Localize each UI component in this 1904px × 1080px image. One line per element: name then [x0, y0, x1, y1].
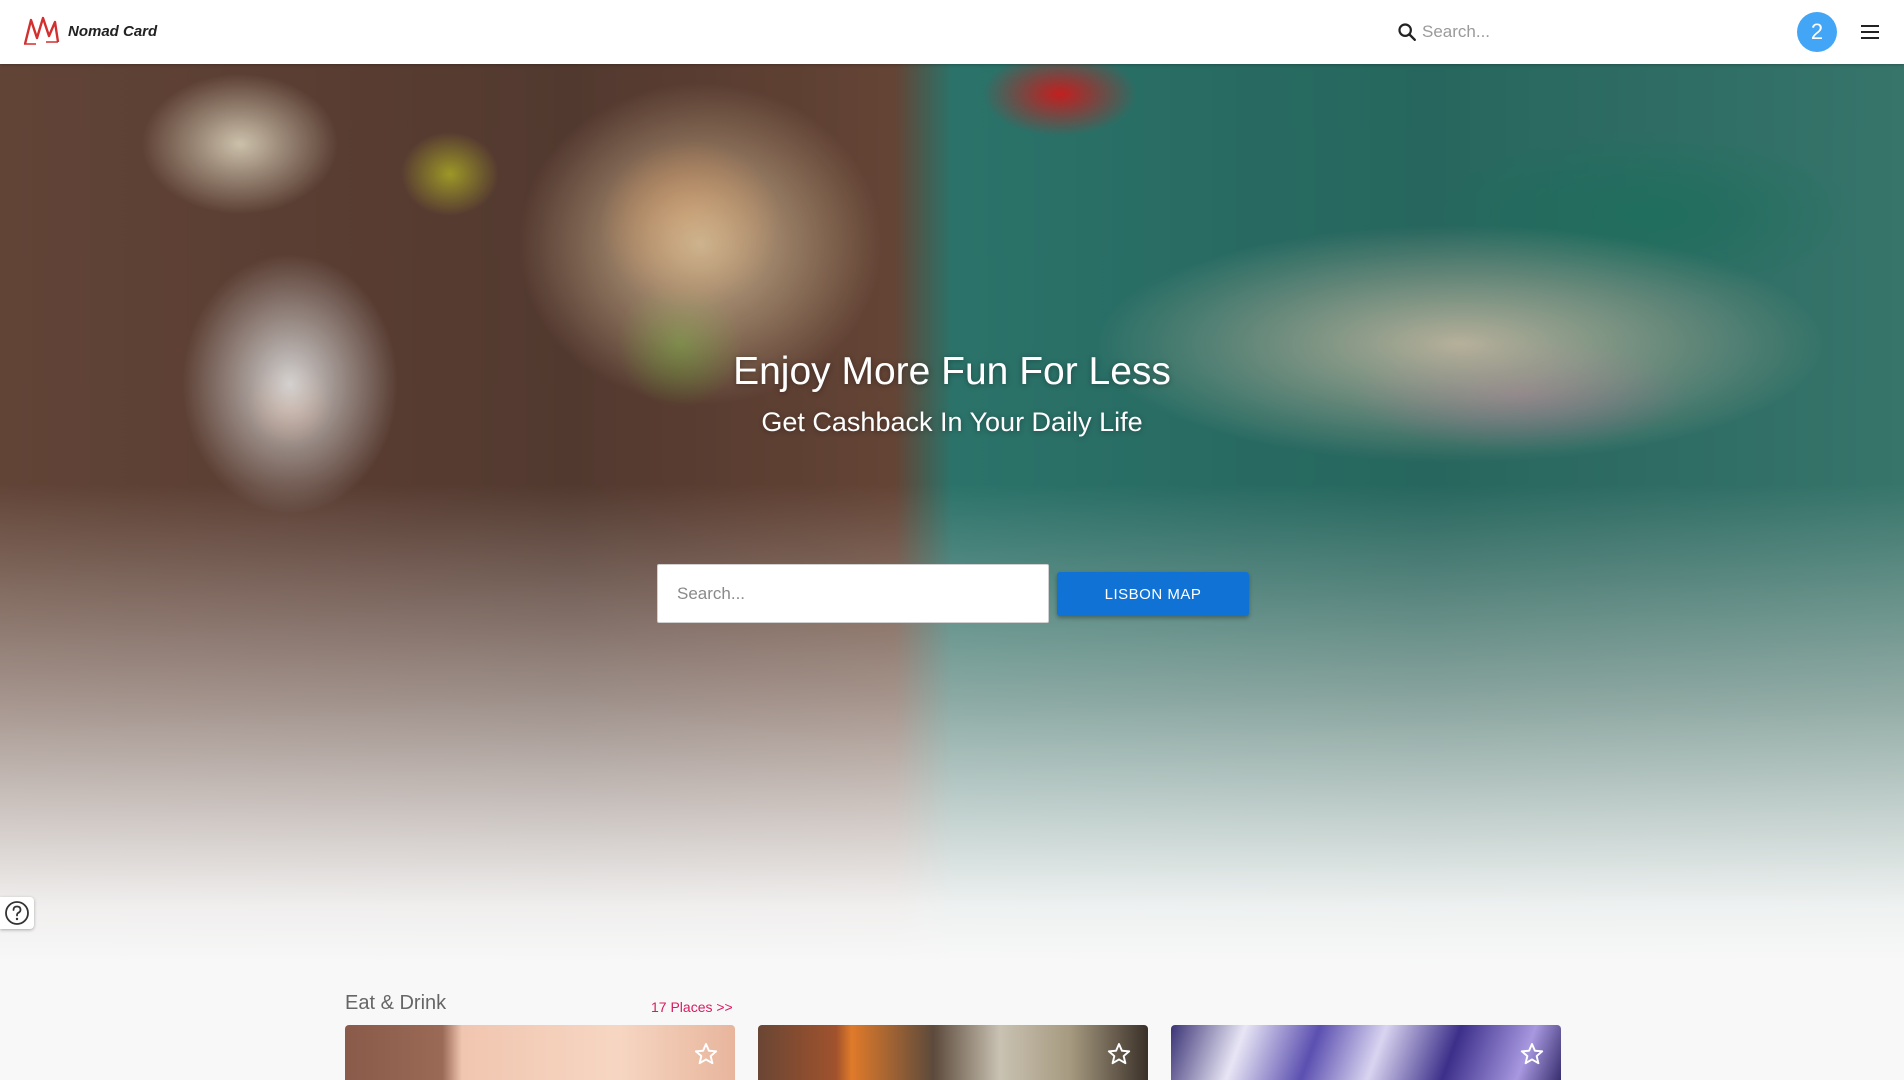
hamburger-menu-icon[interactable]: [1858, 20, 1882, 44]
nomad-card-logo-icon: [23, 16, 60, 45]
place-card[interactable]: [758, 1025, 1148, 1080]
help-button[interactable]: [0, 897, 34, 929]
section-places-link[interactable]: 17 Places >>: [651, 999, 733, 1015]
menu-line: [1861, 25, 1879, 27]
hero-subtitle: Get Cashback In Your Daily Life: [761, 407, 1143, 437]
help-icon: [5, 901, 29, 925]
hero-search-input[interactable]: [658, 565, 1048, 622]
brand-name: Nomad Card: [68, 22, 158, 40]
lisbon-map-button[interactable]: LISBON MAP: [1057, 572, 1249, 616]
menu-line: [1861, 31, 1879, 33]
hero-fade-overlay: [0, 484, 1904, 964]
notification-count-badge[interactable]: 2: [1797, 12, 1837, 52]
top-navigation-bar: Nomad Card 2: [0, 0, 1904, 64]
brand-logo-link[interactable]: Nomad Card: [22, 14, 157, 48]
menu-line: [1861, 37, 1879, 39]
search-icon: [1398, 23, 1416, 41]
place-card[interactable]: [1171, 1025, 1561, 1080]
hero-title: Enjoy More Fun For Less: [733, 350, 1171, 393]
star-outline-icon[interactable]: [693, 1041, 719, 1067]
section-title-eat-drink: Eat & Drink: [345, 992, 447, 1014]
header-search-input[interactable]: [1422, 22, 1662, 42]
star-outline-icon[interactable]: [1106, 1041, 1132, 1067]
hero-banner: [0, 64, 1904, 964]
header-search[interactable]: [1396, 18, 1676, 46]
place-card[interactable]: [345, 1025, 735, 1080]
star-outline-icon[interactable]: [1519, 1041, 1545, 1067]
hero-search-box[interactable]: [657, 564, 1049, 623]
